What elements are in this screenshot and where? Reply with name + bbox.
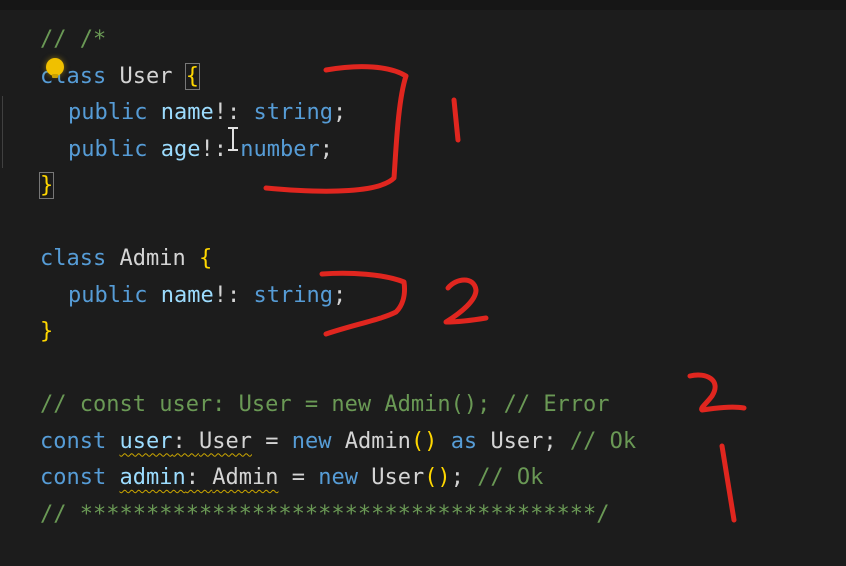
code-token: number	[240, 136, 320, 162]
code-token: // /*	[40, 27, 107, 52]
code-token: class	[40, 246, 107, 271]
code-token: {	[184, 62, 200, 90]
code-token: Admin	[119, 246, 186, 271]
code-line[interactable]: class User {	[40, 59, 636, 96]
code-line[interactable]: public name!: string;	[40, 278, 636, 315]
code-token: Admin	[344, 428, 411, 454]
code-line[interactable]	[40, 205, 636, 242]
code-token: User	[371, 465, 425, 490]
code-token: ;	[332, 100, 347, 125]
code-token: ()	[424, 465, 451, 490]
code-line[interactable]: // const user: User = new Admin(); // Er…	[40, 387, 636, 424]
code-token: admin	[119, 465, 186, 490]
code-token: :	[185, 465, 213, 490]
code-token: {	[198, 246, 213, 271]
code-line[interactable]: // /*	[40, 22, 636, 59]
code-token: new	[318, 465, 358, 490]
code-line[interactable]: // *************************************…	[40, 497, 636, 534]
code-token: =	[251, 428, 292, 454]
code-line[interactable]: const admin: Admin = new User(); // Ok	[40, 460, 636, 497]
code-token: }	[40, 319, 54, 344]
code-token: new	[291, 428, 332, 454]
code-token: string	[253, 282, 333, 308]
code-token: age	[160, 136, 201, 162]
code-editor[interactable]: // /* class User {public name!: string; pu…	[0, 0, 846, 566]
code-token: =	[278, 465, 319, 490]
code-token: // *************************************…	[40, 501, 610, 527]
code-token: public	[68, 136, 148, 162]
code-token: as	[450, 428, 478, 454]
code-token: const	[40, 428, 107, 454]
code-token: ;	[332, 282, 347, 308]
code-token: ()	[410, 428, 438, 454]
code-line[interactable]: const user: User = new Admin() as User; …	[40, 424, 636, 461]
code-token: string	[253, 100, 333, 125]
code-token: Admin	[212, 465, 279, 490]
code-token: // Ok	[569, 428, 637, 454]
code-line[interactable]: public age!: number;	[40, 132, 636, 169]
editor-top-edge	[0, 0, 846, 10]
code-token: // const user: User = new Admin(); // Er…	[40, 392, 610, 417]
code-token: User	[119, 63, 173, 89]
code-line[interactable]: class Admin {	[40, 241, 636, 278]
code-line[interactable]: }	[40, 314, 636, 351]
code-token: User	[490, 428, 544, 454]
code-token: name	[160, 100, 214, 125]
code-token: const	[40, 465, 107, 490]
code-token: name	[160, 282, 214, 308]
code-token: :	[172, 428, 199, 454]
code-token: public	[68, 282, 148, 308]
indent-guide	[2, 96, 3, 168]
code-token: ;	[450, 465, 478, 490]
lightbulb-icon[interactable]	[46, 58, 64, 78]
code-line[interactable]	[40, 351, 636, 388]
code-token: user	[119, 428, 173, 454]
code-line[interactable]: }	[38, 168, 636, 205]
code-token: }	[38, 172, 55, 199]
code-line[interactable]: public name!: string;	[40, 95, 636, 132]
code-token: !:	[213, 282, 254, 308]
code-token: ;	[543, 428, 570, 454]
code-token: // Ok	[477, 465, 544, 490]
code-token: public	[68, 100, 148, 125]
code-token: !:	[213, 100, 254, 125]
code-token: User	[198, 428, 252, 454]
text-cursor-icon	[228, 127, 238, 151]
code-area[interactable]: // /* class User {public name!: string; pu…	[38, 22, 636, 534]
code-token: ;	[319, 136, 333, 162]
